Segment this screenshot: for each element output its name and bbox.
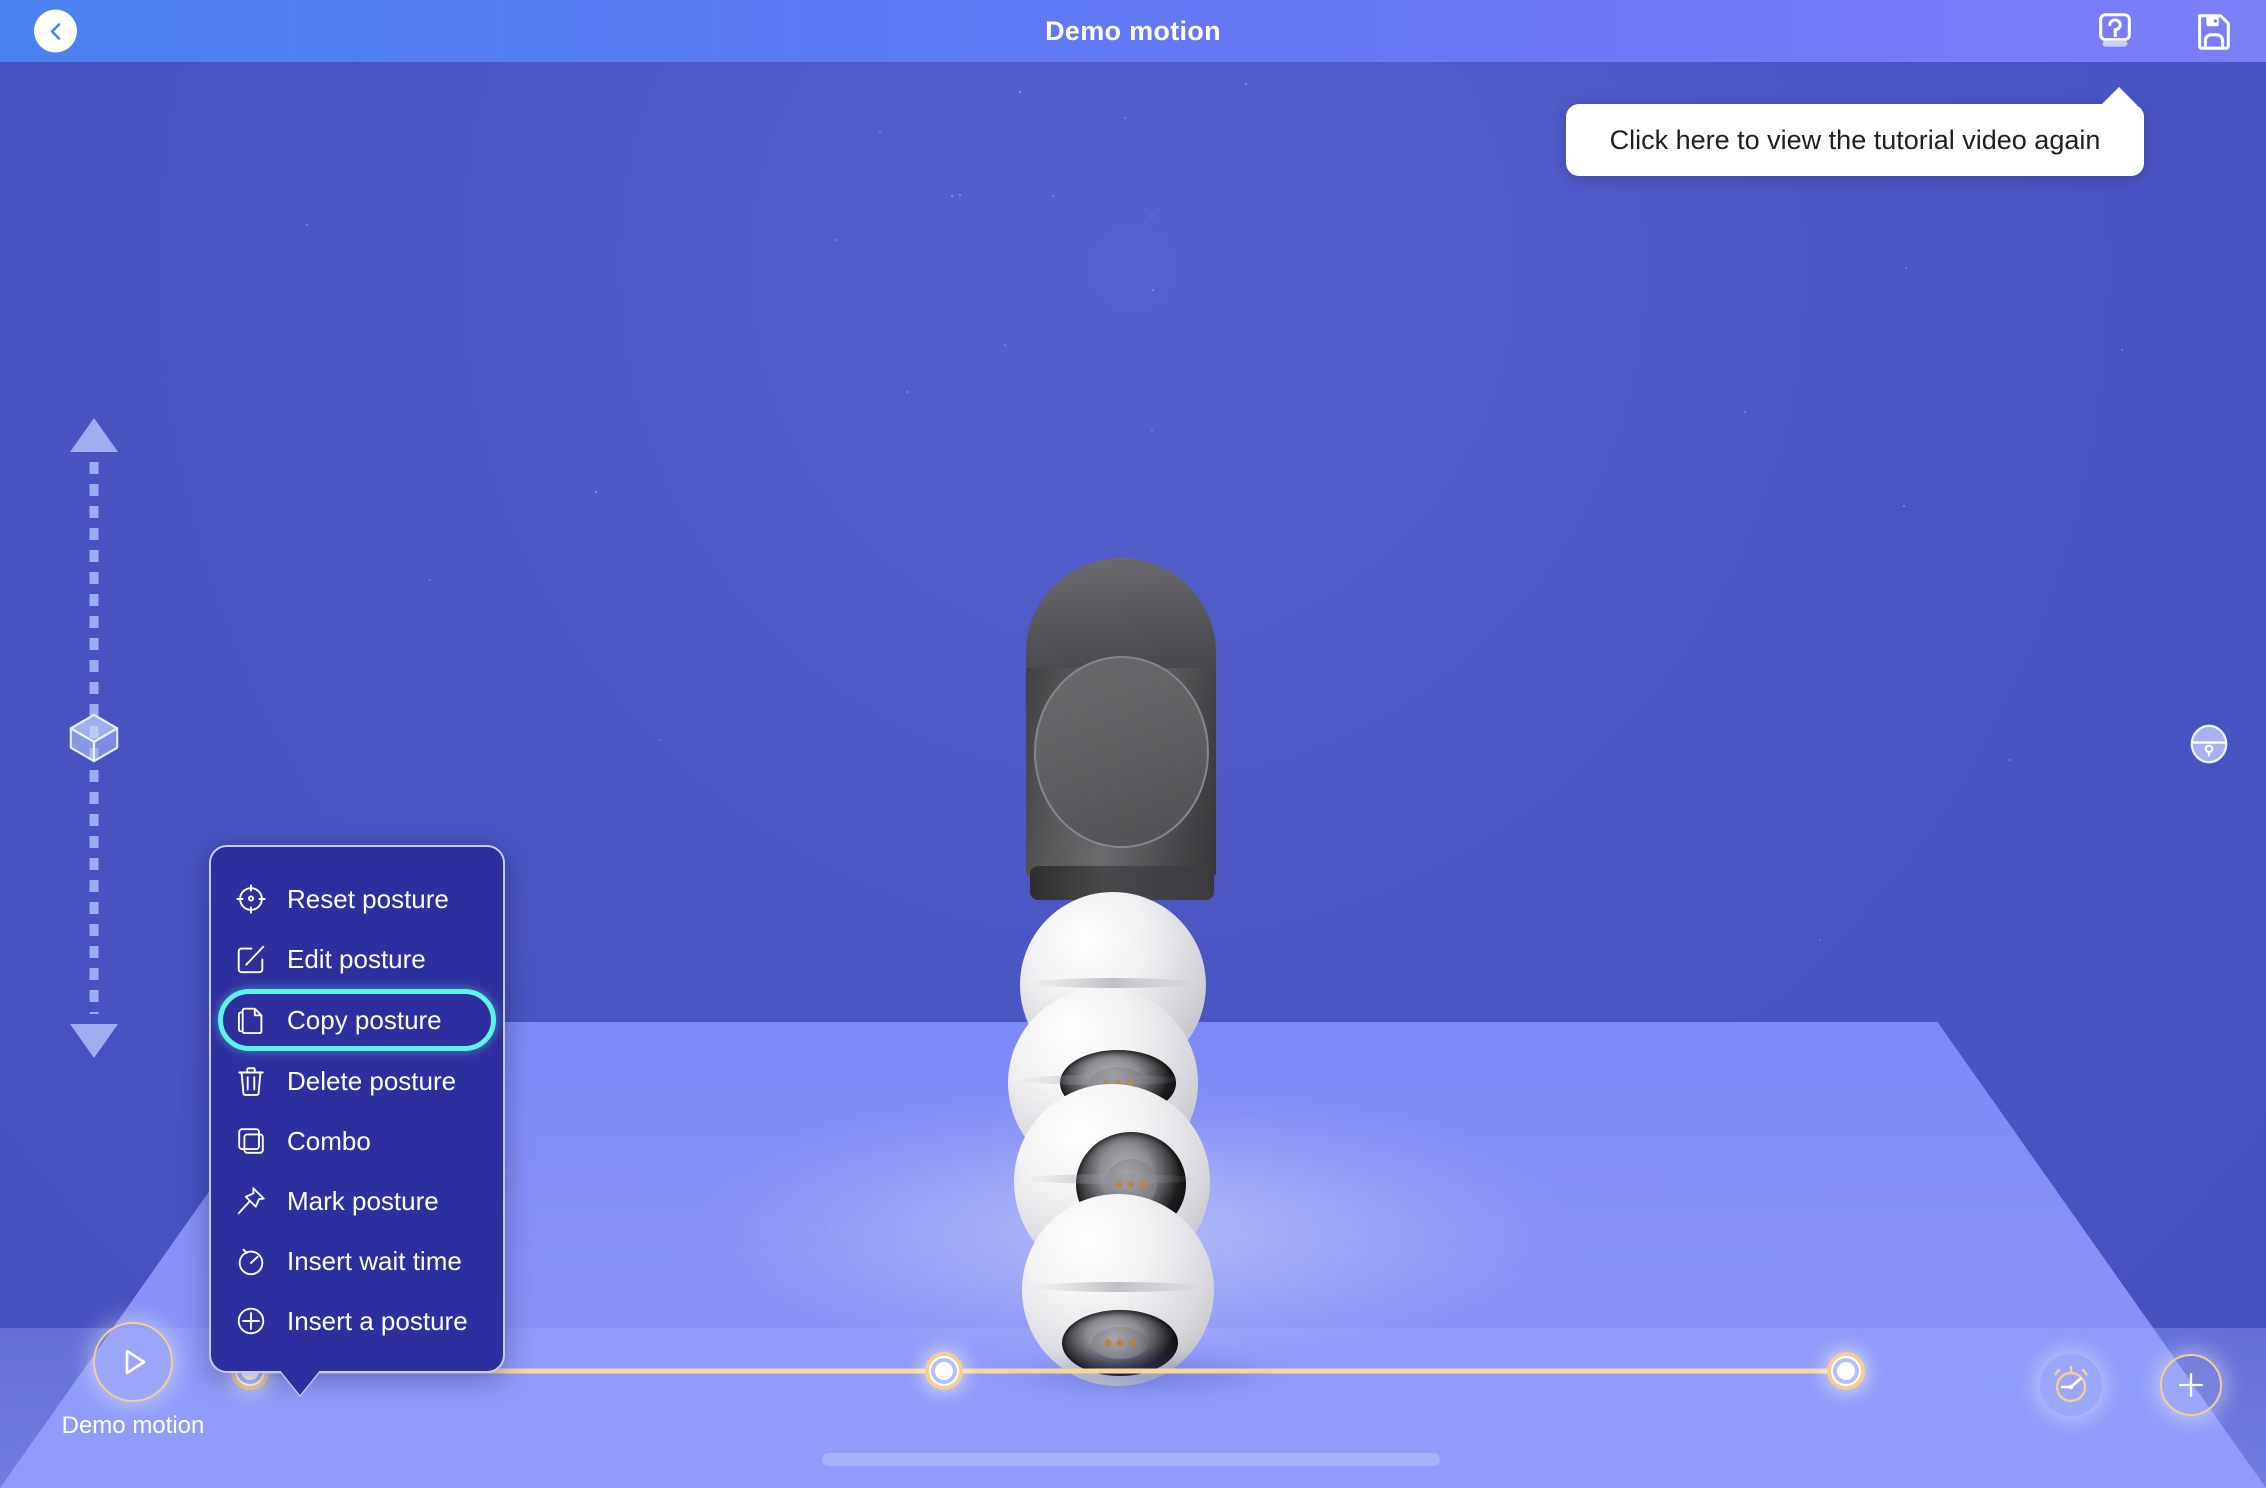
header-actions <box>2094 10 2234 52</box>
menu-item-insert-a-posture[interactable]: Insert a posture <box>211 1291 503 1351</box>
plus-circle-icon <box>233 1303 269 1339</box>
timeline-keyframe-3[interactable] <box>1827 1352 1865 1390</box>
menu-item-label: Mark posture <box>287 1186 439 1217</box>
robot-face-lens <box>1034 656 1209 848</box>
tutorial-tooltip-text: Click here to view the tutorial video ag… <box>1610 125 2101 156</box>
tooltip-arrow <box>2101 87 2137 105</box>
pencil-square-icon <box>233 941 269 977</box>
stopwatch-icon <box>233 1243 269 1279</box>
menu-item-label: Reset posture <box>287 884 449 915</box>
copy-pages-icon <box>233 1002 269 1038</box>
motion-editor-app: Demo motion Click <box>0 0 2266 1488</box>
target-reset-icon <box>233 881 269 917</box>
menu-item-mark-posture[interactable]: Mark posture <box>211 1171 503 1231</box>
stacked-squares-icon <box>233 1123 269 1159</box>
chevron-left-icon <box>44 19 68 43</box>
add-posture-button[interactable] <box>2160 1354 2222 1416</box>
menu-item-label: Copy posture <box>287 1005 442 1036</box>
play-control-group: Demo motion <box>58 1322 208 1440</box>
menu-item-insert-wait-time[interactable]: Insert wait time <box>211 1231 503 1291</box>
robot-connector-pins-4 <box>1105 1340 1136 1347</box>
menu-item-reset-posture[interactable]: Reset posture <box>211 869 503 929</box>
robot-head-dome <box>1026 558 1216 668</box>
robot-connector-pins-3 <box>1116 1181 1147 1188</box>
cube-handle-icon[interactable] <box>65 709 123 767</box>
tutorial-tooltip: Click here to view the tutorial video ag… <box>1566 104 2144 176</box>
back-button[interactable] <box>34 10 77 53</box>
menu-item-label: Combo <box>287 1126 371 1157</box>
bottom-right-actions <box>2040 1354 2222 1416</box>
menu-item-label: Delete posture <box>287 1066 456 1097</box>
book-question-icon[interactable] <box>2094 10 2136 52</box>
menu-item-edit-posture[interactable]: Edit posture <box>211 929 503 989</box>
insert-wait-time-button[interactable] <box>2040 1354 2102 1416</box>
menu-item-combo[interactable]: Combo <box>211 1111 503 1171</box>
plus-circle-icon <box>2171 1365 2211 1405</box>
arrow-up-icon[interactable] <box>70 418 118 452</box>
menu-item-label: Insert a posture <box>287 1306 468 1337</box>
posture-context-menu: Reset posture Edit posture Copy posture <box>209 845 505 1373</box>
robot-head <box>1026 558 1216 878</box>
motion-name-label: Demo motion <box>62 1412 205 1440</box>
stopwatch-alarm-icon <box>2047 1361 2095 1409</box>
timeline-keyframe-2[interactable] <box>925 1352 963 1390</box>
menu-item-label: Edit posture <box>287 944 426 975</box>
robot-model[interactable] <box>1026 558 1246 1378</box>
pushpin-icon <box>233 1183 269 1219</box>
timeline-scrollbar[interactable] <box>822 1453 1440 1466</box>
arrow-down-icon[interactable] <box>70 1024 118 1058</box>
robot-head-lock-icon[interactable] <box>2186 721 2232 767</box>
vertical-height-slider[interactable] <box>68 418 120 1058</box>
menu-item-label: Insert wait time <box>287 1246 462 1277</box>
page-title: Demo motion <box>0 16 2266 47</box>
play-triangle-icon <box>113 1342 153 1382</box>
trash-bin-icon <box>233 1063 269 1099</box>
menu-item-delete-posture[interactable]: Delete posture <box>211 1051 503 1111</box>
app-header: Demo motion <box>0 0 2266 62</box>
play-button[interactable] <box>93 1322 173 1402</box>
context-menu-pointer-tail <box>279 1369 321 1395</box>
floppy-disk-save-icon[interactable] <box>2192 10 2234 52</box>
menu-item-copy-posture[interactable]: Copy posture <box>218 989 496 1051</box>
